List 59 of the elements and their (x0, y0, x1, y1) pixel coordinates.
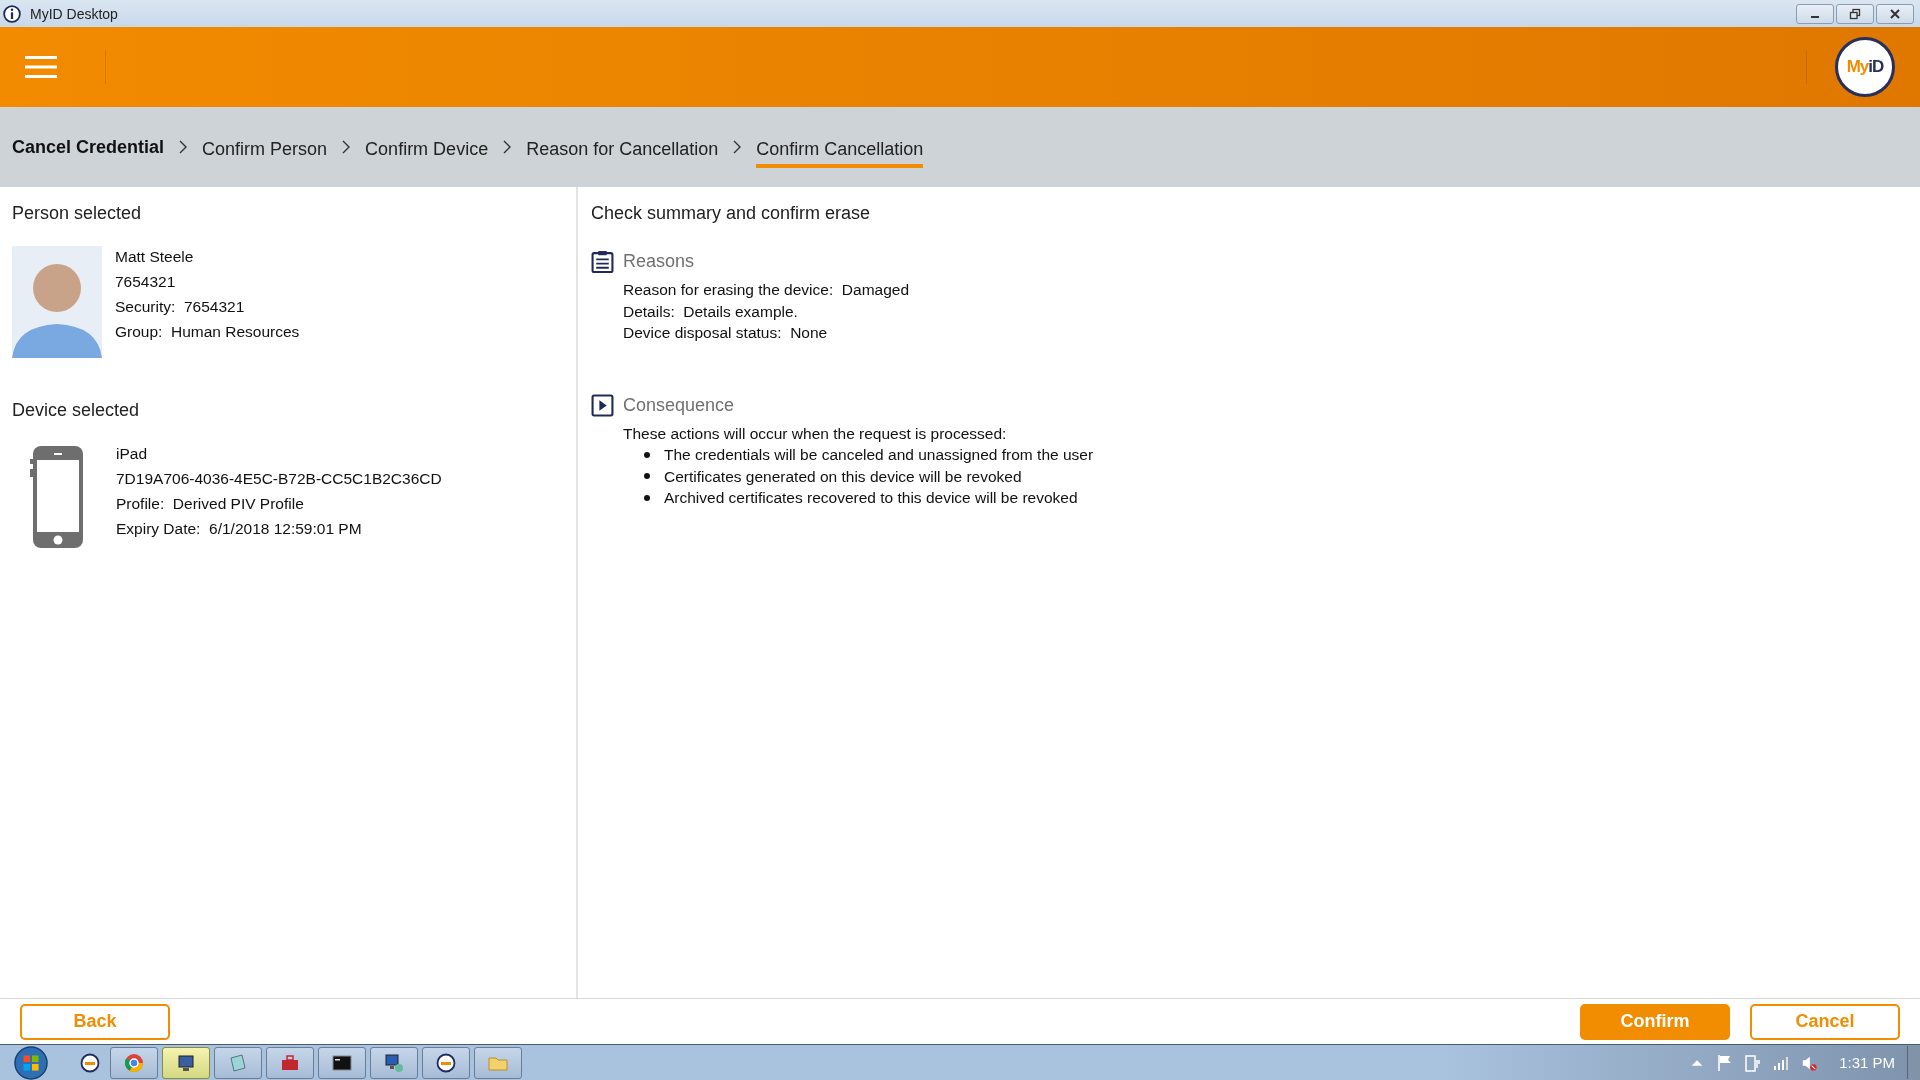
consequence-intro: These actions will occur when the request is processed: (623, 423, 1008, 444)
consequence-item: Archived certificates recovered to this device will be revoked (664, 488, 1078, 508)
device-detail: Expiry Date: 6/1/2018 12:59:01 PM (116, 519, 363, 539)
restore-button[interactable] (1836, 3, 1874, 24)
start-button[interactable] (12, 1045, 50, 1080)
reason-detail: Device disposal status: None (623, 323, 829, 343)
chevron-icon (342, 140, 351, 154)
browser-icon (124, 1052, 144, 1073)
bullet-icon (644, 494, 650, 501)
myid-app-icon (80, 1052, 100, 1073)
consequence-item: The credentials will be canceled and unassigned from the user (664, 445, 1094, 465)
restore-icon (1849, 7, 1861, 20)
device-detail: Profile: Derived PIV Profile (116, 494, 305, 514)
toolbox-icon (280, 1052, 300, 1073)
monitor-icon (176, 1052, 196, 1073)
info-icon (3, 4, 21, 23)
minimize-icon (1811, 15, 1819, 18)
phone-icon (30, 445, 86, 549)
workflow-title: Cancel Credential (12, 136, 165, 158)
computer-icon (384, 1052, 404, 1073)
breadcrumb-step[interactable]: Reason for Cancellation (526, 134, 719, 168)
person-detail: Matt Steele (115, 247, 195, 267)
reason-detail: Reason for erasing the device: Damaged (623, 280, 911, 300)
breadcrumb-step[interactable]: Confirm Person (202, 134, 328, 168)
section-heading: Device selected (12, 400, 141, 421)
person-detail: 7654321 (115, 272, 177, 292)
taskbar-app[interactable] (318, 1046, 366, 1079)
myid-app-icon (436, 1052, 456, 1073)
play-icon (591, 393, 614, 417)
device-detail: iPad (116, 444, 149, 464)
close-icon (1889, 7, 1901, 20)
breadcrumb-step[interactable]: Confirm Device (365, 134, 489, 168)
close-button[interactable] (1876, 3, 1914, 24)
taskbar-app[interactable] (162, 1046, 210, 1079)
clipboard-icon (591, 250, 614, 273)
consequence-item: Certificates generated on this device will be revoked (664, 466, 1022, 487)
chevron-icon (733, 140, 742, 154)
bullet-icon (644, 451, 650, 458)
battery-icon[interactable] (1745, 1053, 1762, 1072)
section-heading: Person selected (12, 203, 143, 224)
chevron-icon (179, 140, 188, 154)
device-detail: 7D19A706-4036-4E5C-B72B-CC5C1B2C36CD (116, 469, 442, 489)
myid-logo[interactable]: MyiD (1835, 37, 1895, 97)
person-detail: Security: 7654321 (115, 297, 246, 317)
summary-heading: Check summary and confirm erase (591, 203, 872, 224)
breadcrumb-step[interactable]: Confirm Cancellation (756, 134, 924, 168)
flag-icon[interactable] (1717, 1053, 1734, 1072)
bullet-icon (644, 473, 650, 480)
person-detail: Group: Human Resources (115, 322, 300, 342)
menu-icon[interactable] (25, 55, 57, 79)
section-title: Consequence (623, 394, 735, 416)
section-title: Reasons (623, 251, 695, 272)
notepad-icon (228, 1052, 248, 1073)
taskbar-app[interactable] (370, 1046, 418, 1079)
reason-detail: Details: Details example. (623, 301, 799, 322)
taskbar-app[interactable] (422, 1046, 470, 1079)
chevron-icon (503, 140, 512, 154)
window-title: MyID Desktop (30, 5, 118, 22)
console-icon (332, 1052, 352, 1073)
